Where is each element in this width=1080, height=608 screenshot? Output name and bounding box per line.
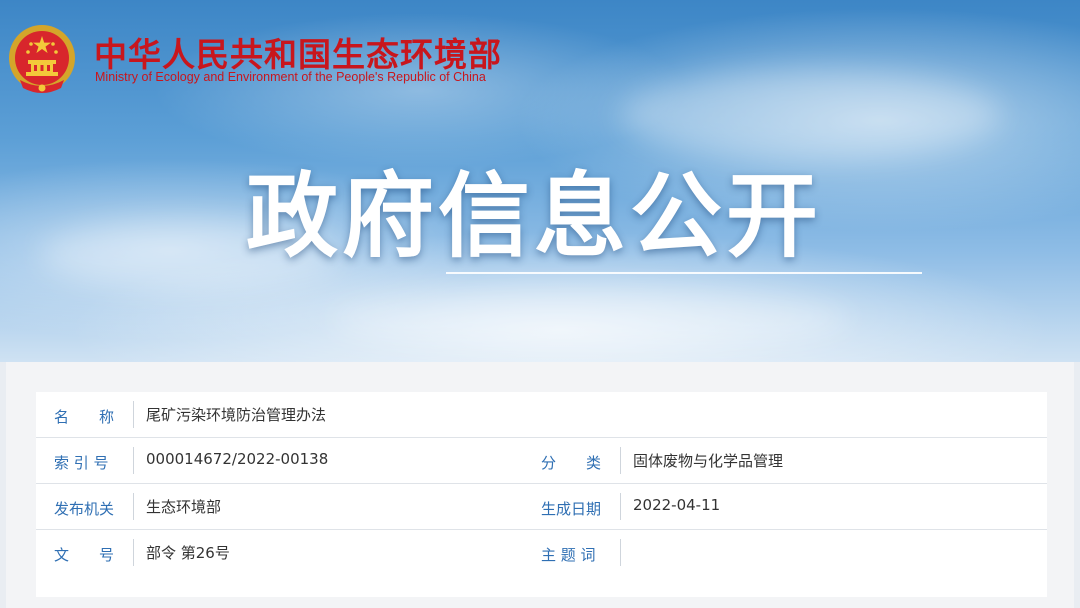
page-title: 政府信息公开 <box>246 163 823 270</box>
category-label: 分 类 <box>541 454 602 472</box>
keywords-label: 主 题 词 <box>541 546 596 564</box>
name-label: 名 称 <box>54 408 115 426</box>
org-name-chinese: 中华人民共和国生态环境部 <box>94 35 502 74</box>
org-name-english: Ministry of Ecology and Environment of t… <box>95 70 486 84</box>
divider <box>133 401 134 428</box>
header-banner: 中华人民共和国生态环境部 Ministry of Ecology and Env… <box>0 0 1080 362</box>
date-label: 生成日期 <box>541 500 602 518</box>
issuer-label: 发布机关 <box>54 500 115 518</box>
name-value[interactable]: 尾矿污染环境防治管理办法 <box>146 404 326 425</box>
info-row-index: 索 引 号 000014672/2022-00138 分 类 固体废物与化学品管… <box>36 438 1047 484</box>
divider <box>620 447 621 474</box>
category-value: 固体废物与化学品管理 <box>633 452 784 470</box>
doc-no-label: 文 号 <box>54 546 115 564</box>
issuer-value: 生态环境部 <box>146 498 222 516</box>
info-row-docno: 文 号 部令 第26号 主 题 词 <box>36 530 1047 575</box>
divider <box>620 493 621 520</box>
content-panel: 名 称 尾矿污染环境防治管理办法 索 引 号 000014672/2022-00… <box>6 362 1074 608</box>
title-underline <box>446 272 922 274</box>
divider <box>133 493 134 520</box>
index-label: 索 引 号 <box>54 454 109 472</box>
info-row-name: 名 称 尾矿污染环境防治管理办法 <box>36 392 1047 438</box>
divider <box>133 447 134 474</box>
info-row-issuer: 发布机关 生态环境部 生成日期 2022-04-11 <box>36 484 1047 530</box>
divider <box>133 539 134 566</box>
cloud-decoration <box>330 290 850 350</box>
index-value: 000014672/2022-00138 <box>146 450 329 468</box>
date-value: 2022-04-11 <box>633 496 721 514</box>
national-emblem-icon <box>9 25 75 93</box>
divider <box>620 539 621 566</box>
info-table: 名 称 尾矿污染环境防治管理办法 索 引 号 000014672/2022-00… <box>36 392 1047 597</box>
doc-no-value: 部令 第26号 <box>146 544 230 562</box>
